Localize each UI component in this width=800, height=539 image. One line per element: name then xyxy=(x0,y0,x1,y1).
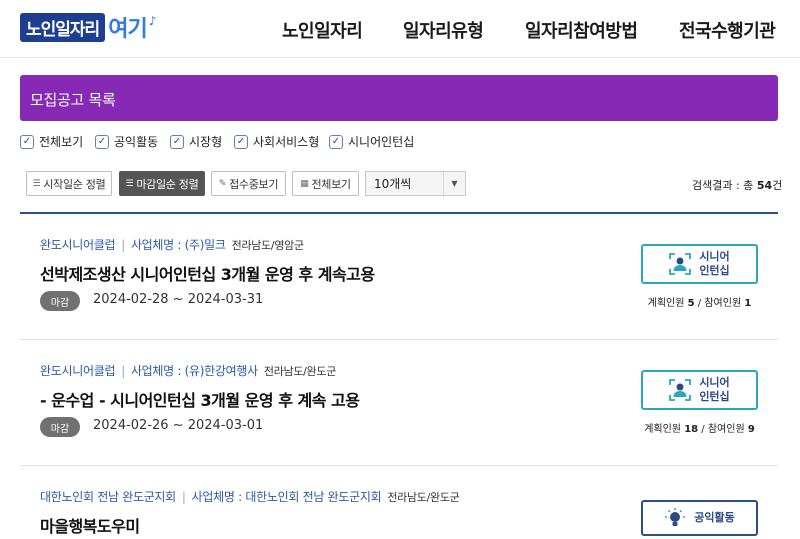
result-count: 검색결과 : 총 54건 xyxy=(692,177,782,193)
result-suffix: 건 xyxy=(772,179,783,192)
job-business: 사업체명 : 대한노인회 전남 완도군지회 xyxy=(191,490,382,504)
type-line-1: 시니어 xyxy=(699,250,730,264)
page-size-value: 10개씩 xyxy=(374,177,412,191)
job-region: 전라남도/완도군 xyxy=(387,491,460,504)
nav-agencies[interactable]: 전국수행기관 xyxy=(679,17,776,43)
plan-label: 계획인원 xyxy=(647,298,685,309)
page-title-banner: 모집공고 목록 xyxy=(20,75,778,121)
pencil-icon: ✎ xyxy=(218,178,227,189)
job-meta: 대한노인회 전남 완도군지회 | 사업체명 : 대한노인회 전남 완도군지회 전라남도… xyxy=(40,488,460,505)
meta-separator: | xyxy=(121,364,125,378)
job-title[interactable]: - 운수업 - 시니어인턴십 3개월 운영 후 계속 고용 xyxy=(40,387,360,411)
sort-by-start-button[interactable]: ☰ 시작일순 정렬 xyxy=(26,171,112,196)
result-number: 54 xyxy=(756,179,773,192)
checkbox-checked-icon[interactable]: ✓ xyxy=(234,134,248,149)
status-badge: 마감 xyxy=(40,291,80,311)
page-title: 모집공고 목록 xyxy=(30,91,116,109)
participant-counts: 계획인원 18 / 참여인원 9 xyxy=(644,424,755,435)
filter-all[interactable]: ✓ 전체보기 xyxy=(20,133,83,150)
person-frame-icon xyxy=(669,379,692,401)
meta-separator: | xyxy=(121,238,125,252)
job-org[interactable]: 완도시니어클럽 xyxy=(40,364,115,378)
job-org[interactable]: 대한노인회 전남 완도군지회 xyxy=(40,490,176,504)
logo-mark-icon: ♪ xyxy=(148,14,157,28)
filter-label: 사회서비스형 xyxy=(253,135,320,149)
button-label: 마감일순 정렬 xyxy=(136,177,199,191)
job-list-item[interactable]: 대한노인회 전남 완도군지회 | 사업체명 : 대한노인회 전남 완도군지회 전라남도… xyxy=(20,466,778,539)
job-org[interactable]: 완도시니어클럽 xyxy=(40,238,115,252)
status-badge: 마감 xyxy=(40,417,80,437)
checkbox-checked-icon[interactable]: ✓ xyxy=(329,134,343,149)
checkbox-checked-icon[interactable]: ✓ xyxy=(95,134,109,149)
join-count: 9 xyxy=(747,424,755,435)
job-meta: 완도시니어클럽 | 사업체명 : (주)밀크 전라남도/영암군 xyxy=(40,236,304,253)
button-label: 전체보기 xyxy=(311,177,351,191)
logo-accent-text: 여기 xyxy=(108,17,147,42)
plan-count: 5 xyxy=(687,298,695,309)
site-header: 노인일자리 여기 ♪ 노인일자리 일자리유형 일자리참여방법 전국수행기관 xyxy=(0,0,800,58)
job-type-label: 시니어 인턴십 xyxy=(699,376,729,404)
sort-by-deadline-button[interactable]: ☰ 마감일순 정렬 xyxy=(119,171,205,196)
filter-label: 전체보기 xyxy=(39,135,84,149)
job-type-badge[interactable]: 시니어 인턴십 xyxy=(641,370,758,410)
join-label: 참여인원 xyxy=(707,424,745,435)
job-period: 2024-02-26 ~ 2024-03-01 xyxy=(93,418,264,433)
job-business: 사업체명 : (유)한강여행사 xyxy=(130,364,258,378)
type-line-2: 인턴십 xyxy=(699,390,730,403)
job-region: 전라남도/영암군 xyxy=(231,239,304,252)
join-count: 1 xyxy=(744,298,752,309)
plan-count: 18 xyxy=(684,424,699,435)
button-label: 시작일순 정렬 xyxy=(43,177,106,191)
view-open-button[interactable]: ✎ 접수중보기 xyxy=(211,171,286,196)
dropdown-arrow-icon[interactable]: ▼ xyxy=(443,172,465,195)
button-label: 접수중보기 xyxy=(229,177,279,191)
checkbox-checked-icon[interactable]: ✓ xyxy=(170,134,184,149)
job-title[interactable]: 선박제조생산 시니어인턴십 3개월 운영 후 계속고용 xyxy=(40,261,375,285)
nav-participation[interactable]: 일자리참여방법 xyxy=(525,17,638,43)
plan-label: 계획인원 xyxy=(644,424,681,435)
job-business: 사업체명 : (주)밀크 xyxy=(130,238,226,252)
meta-separator: | xyxy=(181,490,186,504)
filter-market[interactable]: ✓ 시장형 xyxy=(170,133,222,150)
list-icon: ☰ xyxy=(32,178,41,189)
site-logo[interactable]: 노인일자리 여기 ♪ xyxy=(20,12,190,42)
job-meta: 완도시니어클럽 | 사업체명 : (유)한강여행사 전라남도/완도군 xyxy=(40,362,336,379)
filter-public-activity[interactable]: ✓ 공익활동 xyxy=(95,133,158,150)
person-frame-icon xyxy=(669,253,692,275)
page-size-select[interactable]: 10개씩 ▼ xyxy=(365,171,466,196)
type-line-1: 시니어 xyxy=(699,376,730,390)
job-type-badge[interactable]: 시니어 인턴십 xyxy=(641,244,758,284)
job-type-label: 공익활동 xyxy=(694,511,735,525)
nav-job-types[interactable]: 일자리유형 xyxy=(403,17,484,43)
filter-label: 시장형 xyxy=(189,135,223,149)
view-all-button[interactable]: ▦ 전체보기 xyxy=(292,171,359,196)
lightbulb-icon xyxy=(664,507,686,529)
filter-senior-intern[interactable]: ✓ 시니어인턴십 xyxy=(329,133,414,150)
type-line-2: 인턴십 xyxy=(699,264,730,277)
filter-label: 공익활동 xyxy=(114,135,159,149)
job-type-badge[interactable]: 공익활동 xyxy=(641,500,758,536)
participant-counts: 계획인원 5 / 참여인원 1 xyxy=(647,298,752,309)
filter-social-service[interactable]: ✓ 사회서비스형 xyxy=(234,133,319,150)
job-period: 2024-02-28 ~ 2024-03-31 xyxy=(93,292,264,307)
job-list-item[interactable]: 완도시니어클럽 | 사업체명 : (유)한강여행사 전라남도/완도군 - 운수업 - … xyxy=(20,340,778,466)
job-list-item[interactable]: 완도시니어클럽 | 사업체명 : (주)밀크 전라남도/영암군 선박제조생산 시니어인… xyxy=(20,214,778,340)
join-label: 참여인원 xyxy=(704,298,742,309)
list-icon: ☰ xyxy=(125,178,134,189)
job-type-label: 시니어 인턴십 xyxy=(699,250,729,278)
job-title[interactable]: 마을행복도우미 xyxy=(40,513,140,537)
logo-main-text: 노인일자리 xyxy=(20,12,106,42)
filter-label: 시니어인턴십 xyxy=(348,135,415,149)
grid-icon: ▦ xyxy=(300,178,309,189)
checkbox-checked-icon[interactable]: ✓ xyxy=(20,134,34,149)
nav-senior-jobs[interactable]: 노인일자리 xyxy=(282,17,363,43)
job-region: 전라남도/완도군 xyxy=(263,365,337,378)
result-prefix: 검색결과 : 총 xyxy=(692,179,754,192)
